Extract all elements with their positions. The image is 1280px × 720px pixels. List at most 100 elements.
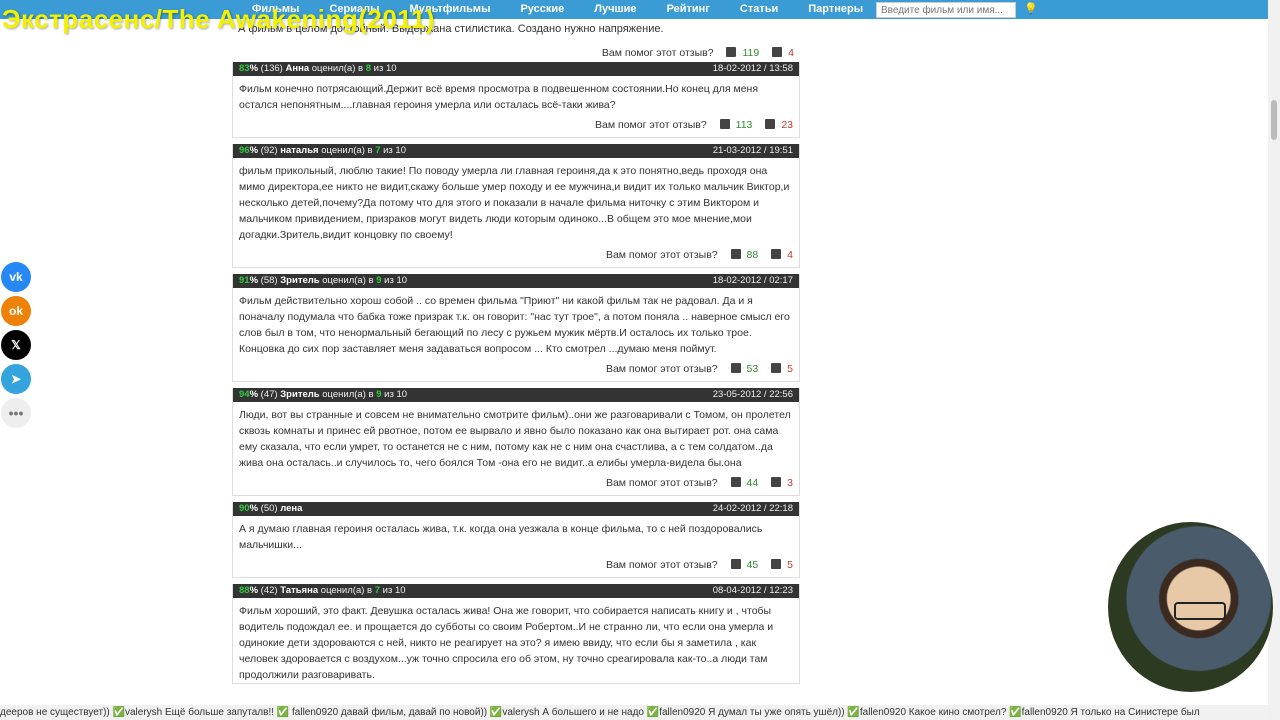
review-card: 83% (136) Анна оценил(а) в 8 из 10 18-02… — [232, 62, 800, 138]
thumbs-up-icon[interactable] — [730, 363, 741, 373]
nav-item-rating[interactable]: Рейтинг — [651, 0, 724, 19]
rated-label: оценил(а) в — [321, 145, 373, 156]
reviewer-name[interactable]: Анна — [286, 63, 310, 74]
thumbs-up-icon[interactable] — [719, 119, 730, 129]
thumbs-up-icon[interactable] — [730, 477, 741, 487]
review-card: 94% (47) Зритель оценил(а) в 9 из 10 23-… — [232, 388, 800, 496]
search-input[interactable] — [876, 2, 1016, 18]
rated-label: оценил(а) в — [320, 585, 373, 596]
webcam-glasses — [1174, 602, 1226, 620]
review-date: 21-03-2012 / 19:51 — [712, 145, 793, 156]
reviewer-percent: 91 — [239, 275, 250, 286]
reviewer-count: (47) — [260, 389, 278, 400]
nav-item-partners[interactable]: Партнеры — [792, 0, 877, 19]
reviewer-percent: 96 — [239, 145, 250, 156]
reviewer-count: (58) — [260, 275, 278, 286]
upvote-count: 45 — [746, 559, 759, 571]
helpful-label: Вам помог этот отзыв? — [605, 477, 718, 489]
downvote-count: 5 — [787, 559, 793, 571]
thumbs-up-icon[interactable] — [726, 47, 737, 57]
reviewer-percent: 94 — [239, 389, 250, 400]
review-text: Фильм конечно потрясающий.Держит всё вре… — [239, 83, 759, 111]
ok-icon[interactable]: ok — [1, 296, 31, 326]
thumbs-up-icon[interactable] — [730, 559, 741, 569]
reviewer-name[interactable]: наталья — [280, 145, 318, 156]
helpful-label: Вам помог этот отзыв? — [605, 559, 718, 571]
review-text: фильм прикольный, люблю такие! По поводу… — [239, 165, 790, 241]
upvote-count: 44 — [746, 477, 759, 489]
review-score: 8 — [365, 63, 371, 74]
thumbs-down-icon[interactable] — [771, 559, 782, 569]
thumbs-down-icon[interactable] — [772, 47, 783, 57]
review-score: 9 — [376, 275, 382, 286]
review-date: 18-02-2012 / 02:17 — [712, 275, 793, 286]
helpful-row: Вам помог этот отзыв? 44 3 — [233, 471, 799, 495]
review-header: 90% (50) лена 24-02-2012 / 22:18 — [233, 502, 799, 516]
review-date: 24-02-2012 / 22:18 — [712, 503, 793, 514]
review-text: Фильм действительно хорош собой .. со вр… — [239, 295, 790, 355]
thumbs-down-icon[interactable] — [771, 249, 782, 259]
reviewer-name[interactable]: Зритель — [280, 275, 319, 286]
helpful-label: Вам помог этот отзыв? — [595, 119, 707, 131]
upvote-count: 113 — [735, 119, 753, 131]
review-card: 88% (42) Татьяна оценил(а) в 7 из 10 08-… — [232, 584, 800, 684]
rated-label: оценил(а) в — [322, 389, 374, 400]
social-share-bar: vk ok 𝕏 ➤ ••• — [1, 262, 31, 432]
helpful-row: Вам помог этот отзыв? 53 5 — [233, 357, 799, 381]
score-max: из 10 — [383, 145, 406, 156]
scrollbar-thumb[interactable] — [1271, 100, 1277, 140]
score-max: из 10 — [373, 63, 397, 74]
review-header: 96% (92) наталья оценил(а) в 7 из 10 21-… — [233, 144, 799, 158]
review-date: 23-05-2012 / 22:56 — [712, 389, 793, 400]
helpful-label: Вам помог этот отзыв? — [605, 363, 718, 375]
reviewer-percent: 90 — [239, 503, 250, 514]
vk-icon[interactable]: vk — [1, 262, 31, 292]
reviewer-count: (42) — [260, 585, 278, 596]
more-icon[interactable]: ••• — [1, 398, 31, 428]
webcam-overlay — [1108, 522, 1273, 692]
review-header: 83% (136) Анна оценил(а) в 8 из 10 18-02… — [233, 62, 799, 76]
downvote-count: 4 — [787, 249, 793, 261]
downvote-count: 5 — [787, 363, 793, 375]
x-icon[interactable]: 𝕏 — [1, 330, 31, 360]
review-text: А я думаю главная героиня осталась жива,… — [239, 523, 763, 551]
nav-item-articles[interactable]: Статьи — [724, 0, 792, 19]
nav-item-russian[interactable]: Русские — [504, 0, 578, 19]
rated-label: оценил(а) в — [311, 63, 364, 74]
thumbs-down-icon[interactable] — [771, 477, 782, 487]
reviewer-count: (136) — [260, 63, 283, 74]
downvote-count: 23 — [781, 119, 793, 131]
helpful-label: Вам помог этот отзыв? — [601, 47, 714, 59]
reviewer-percent: 88 — [239, 585, 250, 596]
lightbulb-icon[interactable]: 💡 — [1024, 2, 1038, 15]
review-date: 18-02-2012 / 13:58 — [712, 63, 793, 74]
reviewer-count: (50) — [260, 503, 278, 514]
helpful-row: Вам помог этот отзыв? 45 5 — [233, 553, 799, 577]
nav-item-best[interactable]: Лучшие — [578, 0, 650, 19]
thumbs-up-icon[interactable] — [730, 249, 741, 259]
upvote-count: 119 — [742, 47, 760, 59]
thumbs-down-icon[interactable] — [765, 119, 776, 129]
helpful-row: Вам помог этот отзыв? 113 23 — [233, 113, 799, 137]
downvote-count: 4 — [788, 47, 794, 59]
review-date: 08-04-2012 / 12:23 — [712, 585, 793, 596]
review-card: 91% (58) Зритель оценил(а) в 9 из 10 18-… — [232, 274, 800, 382]
reviewer-name[interactable]: лена — [280, 503, 302, 514]
score-max: из 10 — [384, 275, 408, 286]
downvote-count: 3 — [787, 477, 793, 489]
review-text: Люди, вот вы странные и совсем не внимат… — [239, 409, 791, 469]
rated-label: оценил(а) в — [322, 275, 374, 286]
reviewer-name[interactable]: Татьяна — [280, 585, 318, 596]
review-text: Фильм хороший, это факт. Девушка осталас… — [239, 605, 774, 681]
upvote-count: 53 — [746, 363, 759, 375]
review-header: 94% (47) Зритель оценил(а) в 9 из 10 23-… — [233, 388, 799, 402]
score-max: из 10 — [382, 585, 406, 596]
reviews-list: А фильм в целом достойный. Выдержана сти… — [232, 19, 800, 690]
upvote-count: 88 — [746, 249, 759, 261]
thumbs-down-icon[interactable] — [771, 363, 782, 373]
review-score: 9 — [376, 389, 382, 400]
telegram-icon[interactable]: ➤ — [1, 364, 31, 394]
review-card: 96% (92) наталья оценил(а) в 7 из 10 21-… — [232, 144, 800, 268]
reviewer-name[interactable]: Зритель — [280, 389, 319, 400]
chat-ticker: дееров не существует)) ✅valerysh Ещё бол… — [0, 705, 1280, 720]
